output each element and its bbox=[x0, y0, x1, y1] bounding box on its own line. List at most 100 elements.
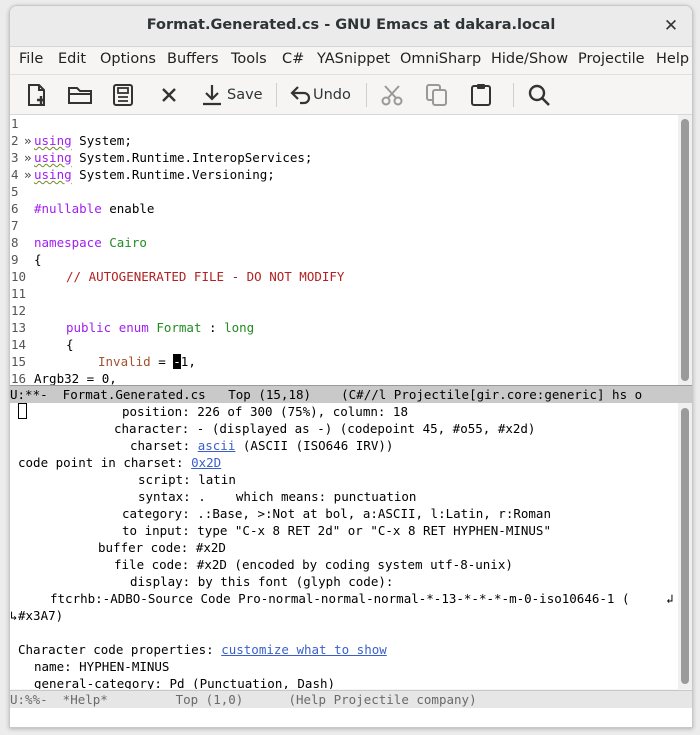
continuation-arrow-icon: ↳ bbox=[10, 608, 18, 623]
code-line-2: 2» using System; bbox=[10, 132, 670, 149]
code-line-4: 4» using System.Runtime.Versioning; bbox=[10, 166, 670, 183]
line-number: 6 bbox=[11, 201, 19, 216]
code-line-10: 10 // AUTOGENERATED FILE - DO NOT MODIFY bbox=[10, 268, 670, 285]
code-line-13: 13 public enum Format : long bbox=[10, 319, 670, 336]
close-icon bbox=[162, 88, 176, 102]
search-button[interactable] bbox=[526, 81, 552, 109]
help-label: script: bbox=[138, 472, 199, 487]
charset-link[interactable]: ascii bbox=[198, 438, 236, 453]
menu-options[interactable]: Options bbox=[100, 51, 156, 67]
help-label: file code: bbox=[114, 557, 197, 572]
preprocessor: #nullable bbox=[34, 201, 102, 216]
close-window-button[interactable]: ✕ bbox=[660, 15, 682, 37]
menu-projectile[interactable]: Projectile bbox=[578, 51, 645, 67]
enum-member: Invalid bbox=[98, 354, 151, 369]
help-line-position: position: 226 of 300 (75%), column: 18 bbox=[18, 403, 408, 420]
menu-csharp[interactable]: C# bbox=[282, 51, 304, 67]
help-scrollbar[interactable] bbox=[678, 403, 692, 689]
help-value: 226 of 300 (75%), column: 18 bbox=[197, 404, 408, 419]
keyword: namespace bbox=[34, 235, 102, 250]
tool-bar: Save Undo bbox=[10, 75, 692, 115]
fringe-marker: » bbox=[24, 133, 32, 148]
keyword: using bbox=[34, 133, 72, 148]
help-line-props: Character code properties: customize wha… bbox=[18, 641, 387, 658]
type-name: long bbox=[224, 320, 255, 335]
mode-line-active: U:**- Format.Generated.cs Top (15,18) (C… bbox=[10, 385, 692, 404]
menu-bar: File Edit Options Buffers Tools C# YASni… bbox=[10, 47, 692, 75]
help-line-font: ftcrhb:-ADBO-Source Code Pro-normal-norm… bbox=[50, 591, 630, 606]
window-title: Format.Generated.cs - GNU Emacs at dakar… bbox=[146, 17, 556, 33]
emacs-window: Format.Generated.cs - GNU Emacs at dakar… bbox=[9, 5, 693, 728]
minibuffer[interactable] bbox=[10, 708, 692, 727]
code-text: System.Runtime.Versioning; bbox=[71, 167, 275, 182]
line-number: 12 bbox=[11, 303, 27, 318]
help-value: type "C-x 8 RET 2d" or "C-x 8 RET HYPHEN… bbox=[197, 523, 551, 538]
line-number: 15 bbox=[11, 354, 27, 369]
menu-hide-show[interactable]: Hide/Show bbox=[491, 51, 568, 67]
keyword: using bbox=[34, 150, 72, 165]
download-save-icon bbox=[203, 85, 221, 106]
code-line-15: 15 Invalid = -1, bbox=[10, 353, 670, 370]
help-label: to input: bbox=[122, 523, 198, 538]
toolbar-separator bbox=[366, 83, 367, 107]
type-name: Format bbox=[156, 320, 202, 335]
copy-button[interactable] bbox=[424, 81, 450, 109]
menu-file[interactable]: File bbox=[19, 51, 43, 67]
menu-edit[interactable]: Edit bbox=[58, 51, 86, 67]
help-line-file-code: file code: #x2D (encoded by coding syste… bbox=[114, 556, 513, 573]
keyword: public bbox=[66, 320, 112, 335]
undo-label: Undo bbox=[313, 87, 351, 103]
save-document-button[interactable] bbox=[111, 81, 135, 109]
undo-button[interactable]: Undo bbox=[287, 81, 351, 109]
line-number: 9 bbox=[11, 252, 19, 267]
help-label: character: bbox=[114, 421, 197, 436]
menu-omnisharp[interactable]: OmniSharp bbox=[400, 51, 481, 67]
help-line-display: display: by this font (glyph code): bbox=[130, 573, 393, 590]
help-label: category: bbox=[122, 506, 198, 521]
menu-buffers[interactable]: Buffers bbox=[167, 51, 219, 67]
paste-button[interactable] bbox=[469, 81, 493, 109]
help-value: (ASCII (ISO646 IRV)) bbox=[235, 438, 394, 453]
help-value: by this font (glyph code): bbox=[197, 574, 394, 589]
copy-icon bbox=[426, 84, 447, 106]
menu-tools[interactable]: Tools bbox=[231, 51, 267, 67]
line-number: 5 bbox=[11, 184, 19, 199]
menu-yasnippet[interactable]: YASnippet bbox=[317, 51, 390, 67]
help-label: position: bbox=[122, 404, 198, 419]
namespace-name: Cairo bbox=[109, 235, 147, 250]
code-text: System; bbox=[71, 133, 132, 148]
save-label: Save bbox=[227, 87, 263, 103]
help-label: charset: bbox=[130, 438, 198, 453]
customize-link[interactable]: customize what to show bbox=[221, 642, 387, 657]
toolbar-separator bbox=[513, 83, 514, 107]
code-text: enable bbox=[101, 201, 155, 216]
scrollbar-thumb[interactable] bbox=[681, 119, 689, 381]
code-text: Argb32 = 0, bbox=[34, 371, 117, 385]
help-label: Character code properties: bbox=[18, 642, 222, 657]
help-pane[interactable]: position: 226 of 300 (75%), column: 18 c… bbox=[10, 403, 678, 689]
help-line-syntax: syntax: . which means: punctuation bbox=[138, 488, 416, 505]
scrollbar-thumb[interactable] bbox=[681, 408, 689, 684]
code-editor-pane[interactable]: 1 2» using System; 3» using System.Runtime… bbox=[10, 115, 678, 385]
cut-icon bbox=[381, 85, 403, 106]
code-text: { bbox=[66, 337, 74, 352]
open-file-button[interactable] bbox=[66, 81, 94, 109]
comment: // AUTOGENERATED FILE - DO NOT MODIFY bbox=[66, 269, 345, 284]
help-value: . which means: punctuation bbox=[198, 489, 417, 504]
open-folder-icon bbox=[68, 87, 92, 104]
code-point-link[interactable]: 0x2D bbox=[191, 455, 221, 470]
help-line-code-point: code point in charset: 0x2D bbox=[18, 454, 221, 471]
code-line-3: 3» using System.Runtime.InteropServices; bbox=[10, 149, 670, 166]
help-label: syntax: bbox=[138, 489, 199, 504]
save-button[interactable]: Save bbox=[200, 81, 263, 109]
help-line-category: category: .:Base, >:Not at bol, a:ASCII,… bbox=[122, 505, 551, 522]
fringe-marker: » bbox=[24, 150, 32, 165]
new-file-button[interactable] bbox=[24, 81, 50, 109]
help-value: #x2D bbox=[195, 540, 226, 555]
kill-buffer-button[interactable] bbox=[159, 81, 179, 109]
code-scrollbar[interactable] bbox=[678, 115, 692, 385]
continuation-arrow-icon: ↲ bbox=[666, 591, 674, 606]
cut-button[interactable] bbox=[379, 81, 405, 109]
undo-icon bbox=[290, 86, 311, 105]
menu-help[interactable]: Help bbox=[656, 51, 689, 67]
